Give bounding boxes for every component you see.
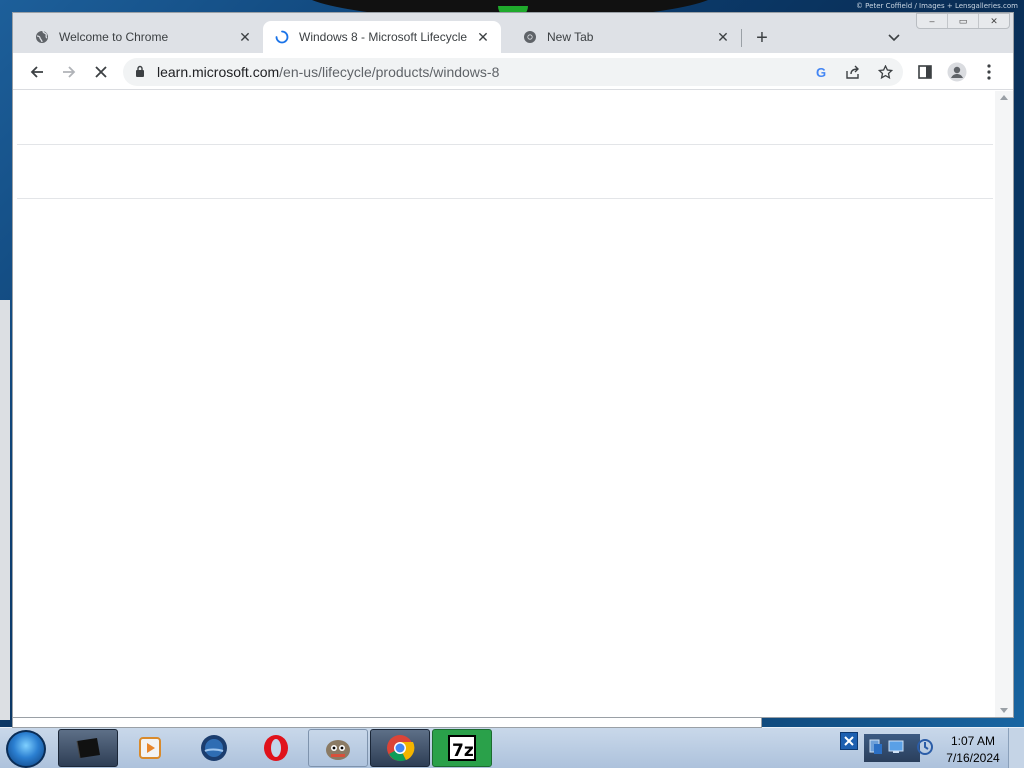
tab-welcome-to-chrome[interactable]: Welcome to Chrome ✕ <box>13 21 263 53</box>
tab-title: New Tab <box>547 30 594 44</box>
new-tab-button[interactable]: + <box>749 25 775 51</box>
background-window-edge <box>0 300 10 720</box>
close-tab-icon[interactable]: ✕ <box>715 29 731 45</box>
media-player-icon[interactable] <box>120 729 180 767</box>
display-icon[interactable] <box>888 740 904 754</box>
page-header-band <box>17 91 993 145</box>
clock-date[interactable]: 7/16/2024 <box>940 751 1006 765</box>
tab-strip: Welcome to Chrome ✕ Windows 8 - Microsof… <box>13 13 1013 53</box>
scroll-up-arrow-icon[interactable] <box>1000 95 1008 100</box>
close-window-button[interactable]: ✕ <box>979 14 1009 28</box>
tab-windows-8-lifecycle[interactable]: Windows 8 - Microsoft Lifecycle ✕ <box>263 21 501 53</box>
more-menu-icon[interactable] <box>975 58 1003 86</box>
update-icon[interactable] <box>916 738 934 761</box>
minimize-button[interactable]: – <box>917 14 948 28</box>
7zip-icon[interactable]: 7z <box>432 729 492 767</box>
chevron-down-icon[interactable] <box>883 27 905 49</box>
tab-new-tab[interactable]: New Tab ✕ <box>501 21 741 53</box>
url-path: /en-us/lifecycle/products/windows-8 <box>279 64 500 80</box>
page-nav-band <box>17 145 993 199</box>
thunderbird-icon[interactable] <box>184 729 244 767</box>
profile-avatar[interactable] <box>943 58 971 86</box>
tab-title: Welcome to Chrome <box>59 30 169 44</box>
url-text: learn.microsoft.com/en-us/lifecycle/prod… <box>157 64 499 80</box>
stop-loading-button[interactable] <box>87 58 115 86</box>
bookmark-star-icon[interactable] <box>875 62 895 82</box>
chrome-icon <box>523 30 537 44</box>
share-icon[interactable] <box>843 62 863 82</box>
network-icon[interactable] <box>868 738 884 756</box>
lock-icon[interactable] <box>135 65 145 83</box>
gimp-icon[interactable] <box>308 729 368 767</box>
opera-icon[interactable] <box>246 729 306 767</box>
google-lens-icon[interactable]: G <box>811 62 831 82</box>
tab-separator <box>741 29 742 47</box>
side-panel-icon[interactable] <box>911 58 939 86</box>
start-button[interactable] <box>6 730 46 768</box>
forward-button[interactable] <box>55 58 83 86</box>
browser-toolbar: learn.microsoft.com/en-us/lifecycle/prod… <box>13 53 1013 90</box>
globe-icon <box>35 30 49 44</box>
tray-icon-group <box>864 734 920 762</box>
page-content <box>13 91 995 717</box>
restore-button[interactable]: ▭ <box>948 14 979 28</box>
clock-time[interactable]: 1:07 AM <box>940 734 1006 748</box>
loading-spinner-icon <box>275 30 289 44</box>
taskbar: 7z 1:07 AM 7/16/2024 <box>0 718 1024 768</box>
google-g-glyph: G <box>815 64 827 80</box>
wallpaper-credit: © Peter Coffield / Images + Lensgallerie… <box>855 2 1018 10</box>
show-desktop-button[interactable] <box>1008 728 1024 768</box>
tab-title: Windows 8 - Microsoft Lifecycle <box>299 30 468 44</box>
address-bar[interactable]: learn.microsoft.com/en-us/lifecycle/prod… <box>123 58 903 86</box>
chrome-icon[interactable] <box>370 729 430 767</box>
back-button[interactable] <box>23 58 51 86</box>
chrome-window: Welcome to Chrome ✕ Windows 8 - Microsof… <box>12 12 1014 718</box>
close-tab-icon[interactable]: ✕ <box>237 29 253 45</box>
vertical-scrollbar[interactable] <box>995 91 1013 717</box>
action-center-icon[interactable] <box>840 732 858 750</box>
url-host: learn.microsoft.com <box>157 64 280 80</box>
scroll-down-arrow-icon[interactable] <box>1000 708 1008 713</box>
close-tab-icon[interactable]: ✕ <box>475 29 491 45</box>
svg-text:7z: 7z <box>452 741 474 761</box>
window-caption-buttons: – ▭ ✕ <box>916 13 1010 29</box>
terminal-icon[interactable] <box>58 729 118 767</box>
background-window-strip <box>12 718 762 728</box>
